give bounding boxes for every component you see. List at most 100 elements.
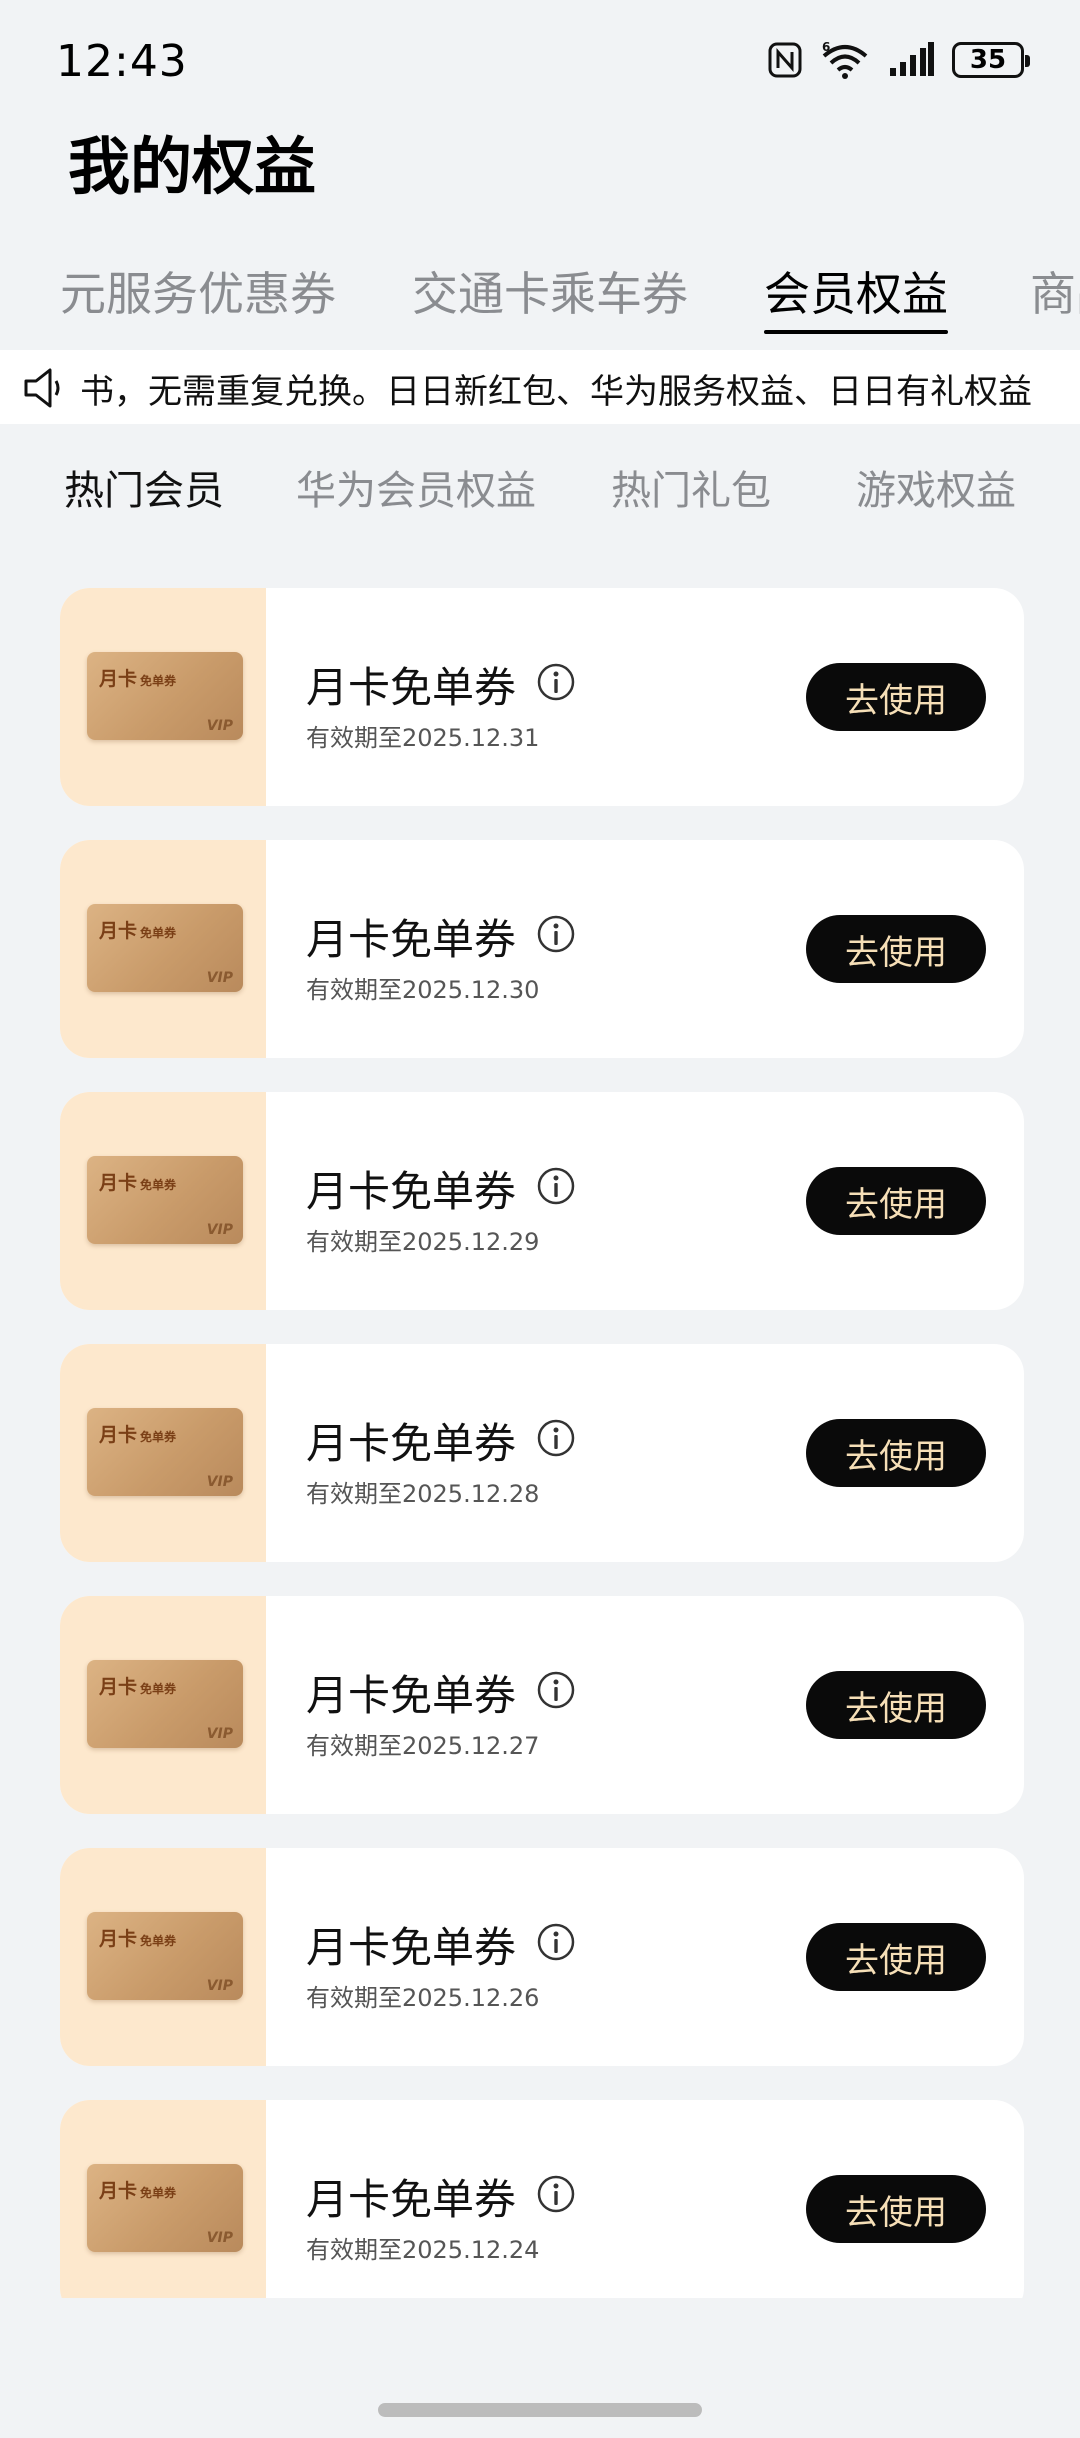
coupon-thumbnail: 月卡 免单券 VIP (60, 1092, 266, 1310)
battery-level: 35 (969, 45, 1007, 75)
tab-transit-coupons[interactable]: 交通卡乘车券 (412, 258, 688, 324)
status-time: 12:43 (56, 36, 188, 87)
sub-tabs: 热门会员 华为会员权益 热门礼包 游戏权益 (0, 458, 1080, 518)
info-icon[interactable] (536, 1166, 576, 1206)
coupon-card[interactable]: 月卡 免单券 VIP 月卡免单券 有效期至2025.12.30 去使用 (60, 840, 1024, 1058)
thumb-subtitle: 免单券 (140, 2186, 177, 2200)
info-icon[interactable] (536, 1670, 576, 1710)
subtab-label: 游戏权益 (856, 468, 1016, 514)
thumb-title: 月卡 (99, 668, 138, 690)
notice-text: 书，无需重复兑换。日日新红包、华为服务权益、日日有礼权益 (80, 372, 1032, 412)
info-icon[interactable] (536, 1922, 576, 1962)
speaker-icon (24, 368, 60, 408)
coupon-card[interactable]: 月卡 免单券 VIP 月卡免单券 有效期至2025.12.27 去使用 (60, 1596, 1024, 1814)
signal-icon (890, 42, 934, 76)
coupon-thumbnail: 月卡 免单券 VIP (60, 1344, 266, 1562)
use-button[interactable]: 去使用 (806, 1671, 986, 1739)
thumb-title: 月卡 (99, 1424, 138, 1446)
thumb-title: 月卡 (99, 920, 138, 942)
vip-badge: VIP (206, 1726, 233, 1742)
thumb-subtitle: 免单券 (140, 674, 177, 688)
page: 12:43 6 35 我的权益 元服务优惠券 交通卡乘车券 会员权益 商 书，无… (0, 0, 1080, 2438)
thumb-subtitle: 免单券 (140, 1934, 177, 1948)
tab-member-benefits[interactable]: 会员权益 (764, 258, 948, 334)
coupon-card[interactable]: 月卡 免单券 VIP 月卡免单券 有效期至2025.12.28 去使用 (60, 1344, 1024, 1562)
vip-card-image: 月卡 免单券 VIP (87, 1660, 243, 1748)
vip-badge: VIP (206, 1474, 233, 1490)
coupon-expiry: 有效期至2025.12.28 (306, 1480, 540, 1508)
info-icon[interactable] (536, 914, 576, 954)
thumb-title: 月卡 (99, 1928, 138, 1950)
coupon-expiry: 有效期至2025.12.29 (306, 1228, 540, 1256)
svg-text:6: 6 (822, 40, 830, 54)
vip-badge: VIP (206, 1978, 233, 1994)
thumb-subtitle: 免单券 (140, 1178, 177, 1192)
tab-label: 会员权益 (764, 267, 948, 321)
thumb-title: 月卡 (99, 1676, 138, 1698)
coupon-expiry: 有效期至2025.12.26 (306, 1984, 540, 2012)
info-icon[interactable] (536, 1418, 576, 1458)
subtab-hot-members[interactable]: 热门会员 (64, 458, 224, 516)
subtab-label: 华为会员权益 (296, 468, 536, 514)
wifi-6-icon: 6 (822, 40, 868, 79)
thumb-subtitle: 免单券 (140, 926, 177, 940)
use-button[interactable]: 去使用 (806, 1419, 986, 1487)
vip-card-image: 月卡 免单券 VIP (87, 1156, 243, 1244)
page-title: 我的权益 (68, 130, 317, 203)
info-icon[interactable] (536, 2174, 576, 2214)
thumb-title: 月卡 (99, 2180, 138, 2202)
coupon-list[interactable]: 月卡 免单券 VIP 月卡免单券 有效期至2025.12.31 去使用 月卡 免单券… (60, 588, 1024, 2298)
status-bar: 12:43 6 35 (0, 0, 1080, 130)
vip-card-image: 月卡 免单券 VIP (87, 904, 243, 992)
coupon-name: 月卡免单券 (306, 1167, 517, 1216)
coupon-card[interactable]: 月卡 免单券 VIP 月卡免单券 有效期至2025.12.31 去使用 (60, 588, 1024, 806)
subtab-label: 热门会员 (64, 468, 224, 514)
coupon-expiry: 有效期至2025.12.31 (306, 724, 540, 752)
vip-card-image: 月卡 免单券 VIP (87, 1408, 243, 1496)
top-tabs: 元服务优惠券 交通卡乘车券 会员权益 商品 (0, 258, 1080, 334)
coupon-thumbnail: 月卡 免单券 VIP (60, 1596, 266, 1814)
info-icon[interactable] (536, 662, 576, 702)
coupon-thumbnail: 月卡 免单券 VIP (60, 1848, 266, 2066)
thumb-title: 月卡 (99, 1172, 138, 1194)
vip-card-image: 月卡 免单券 VIP (87, 2164, 243, 2252)
vip-badge: VIP (206, 2230, 233, 2246)
thumb-subtitle: 免单券 (140, 1682, 177, 1696)
coupon-thumbnail: 月卡 免单券 VIP (60, 840, 266, 1058)
tab-label: 商品 (1030, 267, 1080, 321)
use-button[interactable]: 去使用 (806, 1167, 986, 1235)
coupon-thumbnail: 月卡 免单券 VIP (60, 2100, 266, 2298)
tab-goods[interactable]: 商品 (1030, 258, 1080, 324)
use-button[interactable]: 去使用 (806, 2175, 986, 2243)
subtab-game-benefits[interactable]: 游戏权益 (856, 458, 1016, 516)
coupon-name: 月卡免单券 (306, 1923, 517, 1972)
nfc-icon (768, 42, 802, 78)
use-button[interactable]: 去使用 (806, 915, 986, 983)
subtab-label: 热门礼包 (611, 468, 771, 514)
home-indicator[interactable] (378, 2403, 702, 2417)
tab-label: 交通卡乘车券 (412, 267, 688, 321)
coupon-expiry: 有效期至2025.12.27 (306, 1732, 540, 1760)
notice-bar[interactable]: 书，无需重复兑换。日日新红包、华为服务权益、日日有礼权益 (0, 350, 1080, 424)
status-icons: 6 35 (768, 40, 1030, 80)
coupon-card[interactable]: 月卡 免单券 VIP 月卡免单券 有效期至2025.12.26 去使用 (60, 1848, 1024, 2066)
coupon-name: 月卡免单券 (306, 1419, 517, 1468)
coupon-expiry: 有效期至2025.12.30 (306, 976, 540, 1004)
coupon-expiry: 有效期至2025.12.24 (306, 2236, 540, 2264)
battery-icon: 35 (952, 42, 1030, 78)
thumb-subtitle: 免单券 (140, 1430, 177, 1444)
subtab-hot-gifts[interactable]: 热门礼包 (611, 458, 771, 516)
tab-service-coupons[interactable]: 元服务优惠券 (60, 258, 336, 324)
active-tab-underline (764, 330, 948, 334)
coupon-name: 月卡免单券 (306, 2175, 517, 2224)
coupon-card[interactable]: 月卡 免单券 VIP 月卡免单券 有效期至2025.12.24 去使用 (60, 2100, 1024, 2298)
coupon-name: 月卡免单券 (306, 915, 517, 964)
vip-badge: VIP (206, 970, 233, 986)
vip-badge: VIP (206, 718, 233, 734)
subtab-huawei-member[interactable]: 华为会员权益 (296, 458, 536, 516)
coupon-card[interactable]: 月卡 免单券 VIP 月卡免单券 有效期至2025.12.29 去使用 (60, 1092, 1024, 1310)
use-button[interactable]: 去使用 (806, 1923, 986, 1991)
coupon-name: 月卡免单券 (306, 1671, 517, 1720)
use-button[interactable]: 去使用 (806, 663, 986, 731)
coupon-name: 月卡免单券 (306, 663, 517, 712)
